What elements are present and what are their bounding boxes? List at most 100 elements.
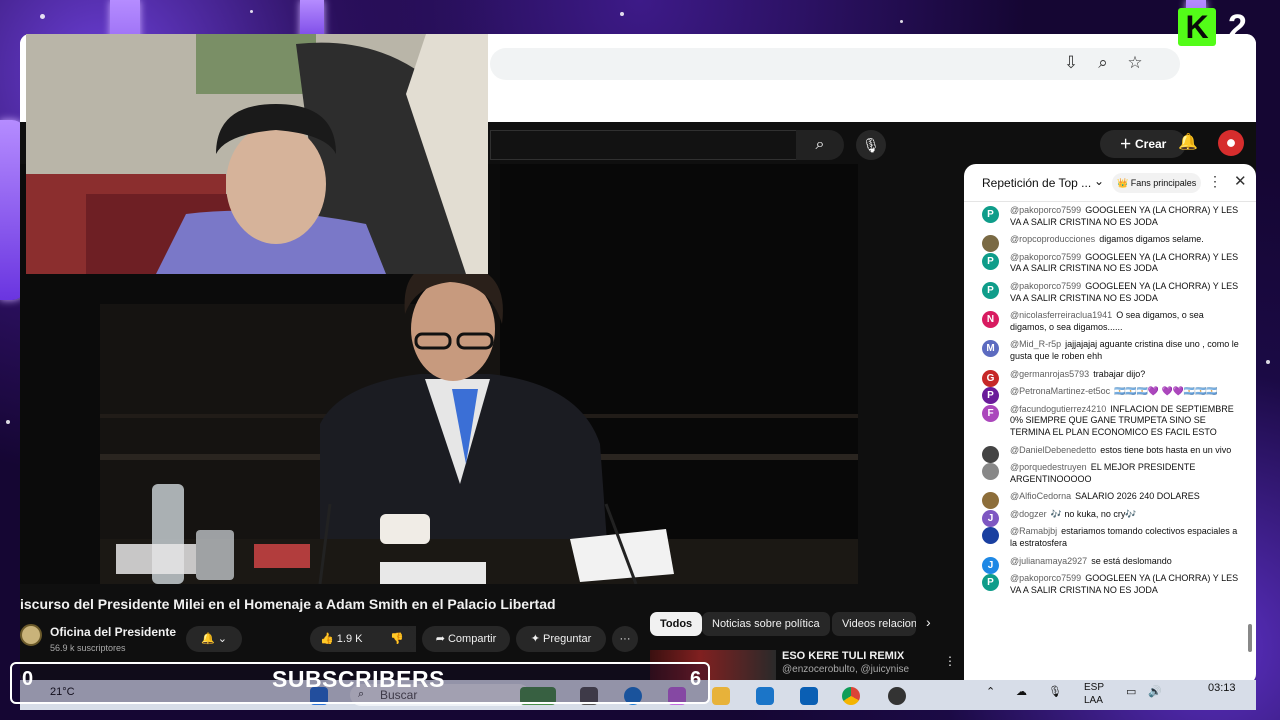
- recommended-title[interactable]: ESO KERE TULI REMIX: [782, 650, 904, 662]
- chat-author[interactable]: @pakoporco7599: [1010, 252, 1081, 262]
- chat-author[interactable]: @nicolasferreiraclua1941: [1010, 310, 1112, 320]
- dislike-button[interactable]: 👎: [378, 626, 416, 652]
- notifications-bell-icon[interactable]: 🔔: [1178, 132, 1198, 152]
- share-label: Compartir: [447, 633, 497, 645]
- chat-avatar[interactable]: P: [982, 252, 999, 270]
- chat-message: P @pakoporco7599 GOOGLEEN YA (LA CHORRA) Y…: [964, 278, 1256, 307]
- chat-more-icon[interactable]: ⋮: [1208, 173, 1222, 190]
- chevron-up-icon[interactable]: ⌃: [986, 685, 995, 698]
- chip-politics-news[interactable]: Noticias sobre política: [702, 612, 830, 636]
- chrome-icon[interactable]: [842, 687, 860, 705]
- chat-avatar[interactable]: F: [982, 404, 999, 422]
- language-indicator[interactable]: ESP: [1084, 682, 1104, 693]
- file-explorer-icon[interactable]: [712, 687, 730, 705]
- chat-avatar[interactable]: M: [982, 340, 999, 358]
- bookmark-star-icon[interactable]: ☆: [1124, 52, 1146, 74]
- outlook-icon[interactable]: [800, 687, 818, 705]
- chat-author[interactable]: @porquedestruyen: [1010, 462, 1087, 472]
- chat-avatar[interactable]: P: [982, 206, 999, 223]
- install-app-icon[interactable]: ⇩: [1060, 52, 1082, 74]
- account-avatar[interactable]: [1218, 130, 1244, 156]
- chat-author[interactable]: @DanielDebenedetto: [1010, 445, 1096, 455]
- recommended-channel: @enzocerobulto, @juicynise: [782, 664, 910, 675]
- chat-author[interactable]: @pakoporco7599: [1010, 281, 1081, 291]
- more-actions-button[interactable]: ···: [612, 626, 638, 652]
- chat-message: @ropcoproducciones digamos digamos selame…: [964, 231, 1256, 253]
- chat-message: @porquedestruyen EL MEJOR PRESIDENTE ARGE…: [964, 459, 1256, 488]
- notifications-button[interactable]: 🔔 ⌄: [186, 626, 242, 652]
- chat-author[interactable]: @dogzer: [1010, 509, 1047, 519]
- webcam-feed: [26, 34, 488, 274]
- ask-button[interactable]: ✦ Preguntar: [516, 626, 606, 652]
- sparkle: [620, 12, 624, 16]
- chat-message: J @dogzer 🎶 no kuka, no cry🎶: [964, 506, 1256, 527]
- video-title: iscurso del Presidente Milei en el Homen…: [20, 596, 556, 612]
- chat-text: digamos digamos selame.: [1099, 234, 1204, 245]
- chat-author[interactable]: @Ramabjbj: [1010, 526, 1057, 536]
- sparkle: [250, 10, 253, 13]
- subscriber-count: 56.9 k suscriptores: [50, 643, 126, 653]
- create-button-label: Crear: [1134, 137, 1167, 151]
- chat-message: P @pakoporco7599 GOOGLEEN YA (LA CHORRA) Y…: [964, 249, 1256, 278]
- chat-author[interactable]: @pakoporco7599: [1010, 573, 1081, 583]
- chip-related-videos[interactable]: Videos relacion: [832, 612, 916, 636]
- chat-author[interactable]: @AlfioCedorna: [1010, 491, 1071, 501]
- clock[interactable]: 03:13: [1208, 682, 1236, 694]
- store-icon[interactable]: [756, 687, 774, 705]
- chat-mode-selector[interactable]: Repetición de Top ...: [982, 176, 1091, 190]
- sparkle: [40, 14, 45, 19]
- microphone-icon[interactable]: 🎙: [856, 130, 886, 160]
- chat-author[interactable]: @facundogutierrez4210: [1010, 404, 1106, 414]
- chat-scrollbar[interactable]: [1248, 624, 1252, 652]
- zoom-icon[interactable]: ⌕: [1092, 52, 1114, 74]
- chat-author[interactable]: @ropcoproducciones: [1010, 234, 1095, 244]
- kick-logo: K: [1178, 8, 1216, 46]
- chat-avatar[interactable]: P: [982, 281, 999, 299]
- ask-label: Preguntar: [542, 633, 592, 645]
- stream-overlay: ⇩ ⌕ ☆ ⌕ 🎙 ＋ Crear 🔔 iscurso del Presiden…: [0, 0, 1280, 720]
- chat-avatar[interactable]: [982, 527, 999, 545]
- webcam-image: [26, 34, 488, 274]
- share-button[interactable]: ➦ Compartir: [422, 626, 510, 652]
- chat-message: G @germanrojas5793 trabajar dijo?: [964, 366, 1256, 387]
- chat-message: P @pakoporco7599 GOOGLEEN YA (LA CHORRA) Y…: [964, 570, 1256, 599]
- channel-logo[interactable]: [20, 624, 42, 646]
- cloud-icon[interactable]: ☁: [1016, 685, 1027, 698]
- microphone-icon[interactable]: 🎙: [1048, 685, 1062, 698]
- keyboard-layout[interactable]: LAA: [1084, 695, 1103, 706]
- chat-avatar[interactable]: [982, 463, 999, 481]
- chat-message: @Ramabjbj estariamos tomando colectivos e…: [964, 523, 1256, 552]
- chat-message: @DanielDebenedetto estos tiene bots hasta…: [964, 442, 1256, 463]
- search-icon[interactable]: ⌕: [796, 130, 844, 160]
- volume-icon[interactable]: 🔊: [1148, 685, 1162, 698]
- network-icon[interactable]: ▭: [1126, 685, 1136, 698]
- chevron-down-icon[interactable]: ⌄: [1094, 174, 1104, 188]
- recommended-more-icon[interactable]: ⋮: [944, 654, 956, 668]
- create-button[interactable]: ＋ Crear: [1100, 130, 1186, 158]
- subscriber-count-value: 0: [22, 668, 34, 690]
- obs-icon[interactable]: [888, 687, 906, 705]
- channel-name[interactable]: Oficina del Presidente: [50, 625, 176, 639]
- chip-all[interactable]: Todos: [650, 612, 703, 636]
- top-fans-button[interactable]: 👑 Fans principales: [1112, 173, 1202, 193]
- chat-avatar[interactable]: N: [982, 311, 999, 329]
- chat-text: trabajar dijo?: [1093, 368, 1146, 379]
- chevron-right-icon[interactable]: ›: [926, 614, 931, 630]
- close-icon[interactable]: ✕: [1234, 172, 1247, 190]
- chat-avatar[interactable]: P: [982, 574, 999, 592]
- chat-message: P @PetronaMartinez-et5oc 🇦🇷🇦🇷🇦🇷💜 💜💜🇦🇷🇦🇷🇦🇷: [964, 383, 1256, 405]
- subscriber-goal-label: SUBSCRIBERS: [272, 666, 445, 692]
- chat-author[interactable]: @PetronaMartinez-et5oc: [1010, 386, 1110, 396]
- chat-message: M @Mid_R-r5p jajjajajaj aguante cristina d…: [964, 336, 1256, 365]
- chat-text: SALARIO 2026 240 DOLARES: [1075, 491, 1200, 502]
- chat-text: 🇦🇷🇦🇷🇦🇷💜 💜💜🇦🇷🇦🇷🇦🇷: [1114, 386, 1218, 397]
- chat-author[interactable]: @julianamaya2927: [1010, 556, 1087, 566]
- chat-author[interactable]: @pakoporco7599: [1010, 205, 1081, 215]
- chat-header: Repetición de Top ... ⌄ 👑 Fans principal…: [964, 164, 1256, 202]
- chat-message: J @julianamaya2927 se está deslomando: [964, 553, 1256, 574]
- chat-author[interactable]: @germanrojas5793: [1010, 369, 1089, 379]
- youtube-search-input[interactable]: [490, 130, 820, 160]
- chat-author[interactable]: @Mid_R-r5p: [1010, 339, 1061, 349]
- subscriber-goal-target: 6: [690, 668, 702, 690]
- live-chat-panel: Repetición de Top ... ⌄ 👑 Fans principal…: [964, 164, 1256, 684]
